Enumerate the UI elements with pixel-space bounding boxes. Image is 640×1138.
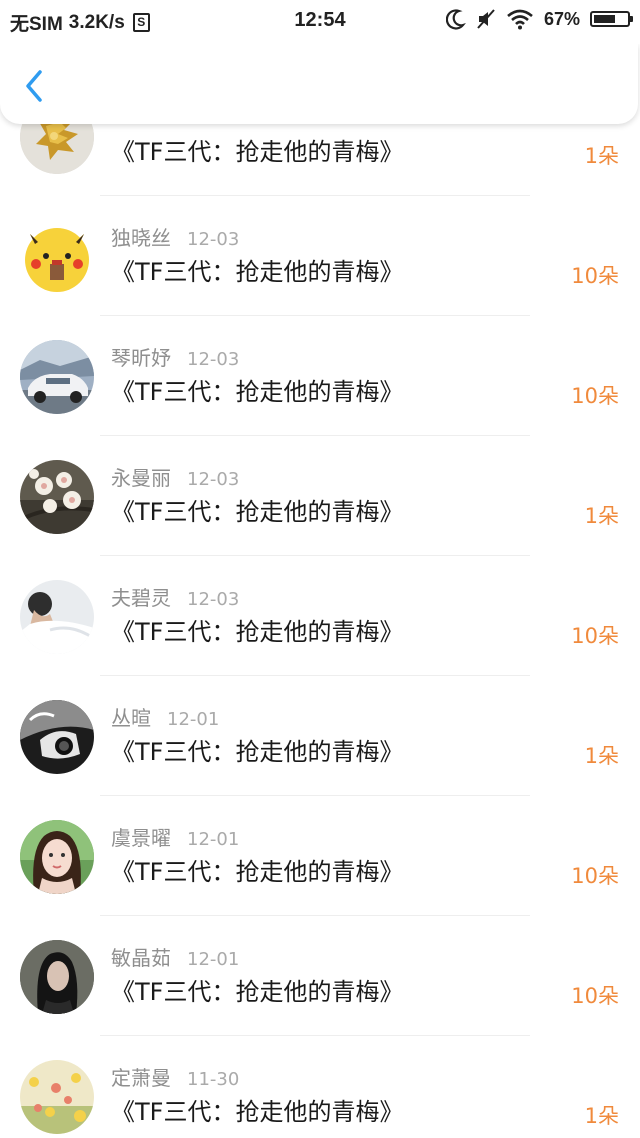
list-item[interactable]: 琴昕妤 12-03 《TF三代：抢走他的青梅》 10朵: [0, 316, 640, 436]
chevron-left-icon: [26, 70, 42, 102]
nav-header: [0, 44, 638, 124]
book-title[interactable]: 《TF三代：抢走他的青梅》: [111, 492, 403, 527]
user-name: 夫碧灵: [111, 586, 171, 610]
avatar[interactable]: [20, 820, 94, 894]
book-title[interactable]: 《TF三代：抢走他的青梅》: [111, 372, 403, 407]
date: 12-03: [187, 589, 240, 610]
user-name: 敏晶茹: [111, 946, 171, 970]
item-meta: 敏晶茹 12-01: [111, 942, 239, 971]
moon-icon: [445, 9, 466, 30]
battery-level: [594, 15, 616, 23]
user-name: 虞景曜: [111, 826, 171, 850]
book-title[interactable]: 《TF三代：抢走他的青梅》: [111, 732, 403, 767]
book-title[interactable]: 《TF三代：抢走他的青梅》: [111, 852, 403, 887]
date: 11-30: [187, 1069, 240, 1090]
avatar[interactable]: [20, 940, 94, 1014]
list-item[interactable]: 永曼丽 12-03 《TF三代：抢走他的青梅》 1朵: [0, 436, 640, 556]
item-meta: 定萧曼 11-30: [111, 1062, 239, 1091]
flower-amount: 10朵: [571, 384, 619, 408]
flower-amount: 1朵: [584, 144, 619, 168]
item-meta: 虞景曜 12-01: [111, 822, 239, 851]
book-title[interactable]: 《TF三代：抢走他的青梅》: [111, 612, 403, 647]
user-name: 独晓丝: [111, 226, 171, 250]
list-item[interactable]: 独晓丝 12-03 《TF三代：抢走他的青梅》 10朵: [0, 196, 640, 316]
item-meta: 丛暄 12-01: [111, 702, 219, 731]
item-meta: 永曼丽 12-03: [111, 462, 239, 491]
flower-amount: 1朵: [584, 744, 619, 768]
gift-record-screen: 《TF三代：抢走他的青梅》 1朵 独晓丝 12-03 《TF三代：抢走他的青梅》…: [0, 0, 640, 1138]
book-title[interactable]: 《TF三代：抢走他的青梅》: [111, 1092, 403, 1127]
book-title[interactable]: 《TF三代：抢走他的青梅》: [111, 252, 403, 287]
book-title[interactable]: 《TF三代：抢走他的青梅》: [111, 972, 403, 1007]
flower-amount: 10朵: [571, 984, 619, 1008]
list-item[interactable]: 丛暄 12-01 《TF三代：抢走他的青梅》 1朵: [0, 676, 640, 796]
back-button[interactable]: [18, 66, 54, 106]
avatar[interactable]: [20, 700, 94, 774]
flower-amount: 10朵: [571, 264, 619, 288]
list-item[interactable]: 定萧曼 11-30 《TF三代：抢走他的青梅》 1朵: [0, 1036, 640, 1138]
date: 12-03: [187, 469, 240, 490]
avatar[interactable]: [20, 580, 94, 654]
avatar[interactable]: [20, 460, 94, 534]
flower-amount: 1朵: [584, 1104, 619, 1128]
battery-percent: 67%: [543, 8, 580, 29]
user-name: 丛暄: [111, 706, 151, 730]
date: 12-01: [187, 829, 240, 850]
book-title[interactable]: 《TF三代：抢走他的青梅》: [111, 132, 403, 167]
avatar[interactable]: [20, 340, 94, 414]
status-right: 67%: [445, 8, 633, 30]
mute-icon: [477, 9, 495, 29]
flower-amount: 1朵: [584, 504, 619, 528]
date: 12-01: [167, 709, 220, 730]
date: 12-01: [187, 949, 240, 970]
user-name: 永曼丽: [111, 466, 171, 490]
item-meta: 独晓丝 12-03: [111, 222, 239, 251]
battery-icon: [590, 11, 633, 27]
list-item[interactable]: 夫碧灵 12-03 《TF三代：抢走他的青梅》 10朵: [0, 556, 640, 676]
status-bar: 无SIM 3.2K/s S 12:54 67%: [0, 0, 640, 44]
date: 12-03: [187, 229, 240, 250]
flower-amount: 10朵: [571, 864, 619, 888]
flower-amount: 10朵: [571, 624, 619, 648]
item-meta: 琴昕妤 12-03: [111, 342, 239, 371]
avatar[interactable]: [20, 220, 94, 294]
user-name: 琴昕妤: [111, 346, 171, 370]
date: 12-03: [187, 349, 240, 370]
item-meta: 夫碧灵 12-03: [111, 582, 239, 611]
wifi-icon: [507, 9, 533, 30]
list-item[interactable]: 敏晶茹 12-01 《TF三代：抢走他的青梅》 10朵: [0, 916, 640, 1036]
list-item[interactable]: 虞景曜 12-01 《TF三代：抢走他的青梅》 10朵: [0, 796, 640, 916]
avatar[interactable]: [20, 1060, 94, 1134]
user-name: 定萧曼: [111, 1066, 171, 1090]
